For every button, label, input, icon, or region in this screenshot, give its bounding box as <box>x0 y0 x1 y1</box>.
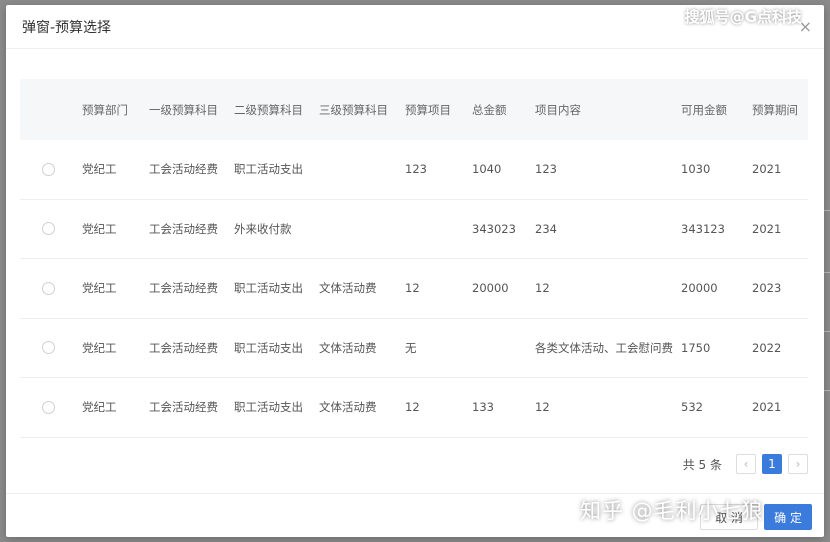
select-cell <box>20 281 82 295</box>
cell-period: 2021 <box>752 221 782 236</box>
cell-period: 2021 <box>752 162 782 177</box>
cell-item: 12 <box>405 400 420 415</box>
cell-dept: 党纪工 <box>82 281 117 296</box>
cell-lvl3: 文体活动费 <box>319 340 377 355</box>
table-row[interactable]: 党纪工 工会活动经费 外来收付款 343023 234 343123 2021 <box>20 200 808 259</box>
table-header-row: 预算部门 一级预算科目 二级预算科目 三级预算科目 预算项目 总金额 项目内容 … <box>20 79 808 140</box>
row-radio[interactable] <box>41 162 55 176</box>
header-dept: 预算部门 <box>82 102 128 117</box>
header-period: 预算期间 <box>752 102 798 117</box>
cell-content: 12 <box>535 281 550 296</box>
cell-total: 133 <box>472 400 494 415</box>
header-lvl3: 三级预算科目 <box>319 102 388 117</box>
cell-dept: 党纪工 <box>82 162 117 177</box>
pagination-total: 共 5 条 <box>682 457 722 472</box>
cell-period: 2022 <box>752 340 782 355</box>
select-cell <box>20 341 82 355</box>
budget-table: 预算部门 一级预算科目 二级预算科目 三级预算科目 预算项目 总金额 项目内容 … <box>20 79 808 438</box>
cell-item: 无 <box>405 340 417 355</box>
select-cell <box>20 400 82 414</box>
cell-dept: 党纪工 <box>82 221 117 236</box>
header-content: 项目内容 <box>535 102 581 117</box>
table-row[interactable]: 党纪工 工会活动经费 职工活动支出 文体活动费 无 各类文体活动、工会慰问费 1… <box>20 319 808 378</box>
row-radio[interactable] <box>41 341 55 355</box>
cell-lvl1: 工会活动经费 <box>149 340 218 355</box>
cell-dept: 党纪工 <box>82 340 117 355</box>
table-row[interactable]: 党纪工 工会活动经费 职工活动支出 文体活动费 12 20000 12 2000… <box>20 259 808 319</box>
cell-avail: 1030 <box>681 162 711 177</box>
next-page-button[interactable]: › <box>788 454 808 474</box>
cell-lvl2: 职工活动支出 <box>234 340 303 355</box>
cell-period: 2021 <box>752 400 782 415</box>
header-total: 总金额 <box>472 102 507 117</box>
row-radio[interactable] <box>41 281 55 295</box>
select-cell <box>20 222 82 236</box>
prev-page-button[interactable]: ‹ <box>736 454 756 474</box>
cell-period: 2023 <box>752 281 782 296</box>
header-item: 预算项目 <box>405 102 451 117</box>
header-lvl1: 一级预算科目 <box>149 102 218 117</box>
cell-lvl2: 职工活动支出 <box>234 400 303 415</box>
modal-title: 弹窗-预算选择 <box>22 19 112 36</box>
cell-total: 20000 <box>472 281 509 296</box>
cell-lvl3: 文体活动费 <box>319 400 377 415</box>
table-row[interactable]: 党纪工 工会活动经费 职工活动支出 文体活动费 12 133 12 532 20… <box>20 378 808 438</box>
budget-select-dialog: 弹窗-预算选择 × 预算部门 一级预算科目 二级预算科目 三级预算科目 预算项目… <box>6 5 824 537</box>
cell-avail: 532 <box>681 400 703 415</box>
cell-lvl2: 职工活动支出 <box>234 281 303 296</box>
row-radio[interactable] <box>41 222 55 236</box>
cell-avail: 1750 <box>681 340 711 355</box>
cell-lvl3: 文体活动费 <box>319 281 377 296</box>
watermark-bottom: 知乎 @毛利小七狼 <box>580 499 764 523</box>
cell-content: 各类文体活动、工会慰问费 <box>535 340 673 355</box>
cell-lvl1: 工会活动经费 <box>149 162 218 177</box>
page-number-button[interactable]: 1 <box>762 454 782 474</box>
pagination: 共 5 条 ‹ 1 › <box>683 454 808 474</box>
cell-content: 234 <box>535 221 557 236</box>
cell-lvl1: 工会活动经费 <box>149 281 218 296</box>
cell-item: 12 <box>405 281 420 296</box>
cell-dept: 党纪工 <box>82 400 117 415</box>
watermark-top: 搜狐号@G点科技 <box>684 8 802 26</box>
confirm-button[interactable]: 确 定 <box>764 504 812 530</box>
cell-lvl1: 工会活动经费 <box>149 400 218 415</box>
cell-total: 343023 <box>472 221 516 236</box>
header-avail: 可用金额 <box>681 102 727 117</box>
table-row[interactable]: 党纪工 工会活动经费 职工活动支出 123 1040 123 1030 2021 <box>20 140 808 200</box>
select-cell <box>20 162 82 176</box>
cell-avail: 20000 <box>681 281 718 296</box>
cell-lvl2: 职工活动支出 <box>234 162 303 177</box>
cell-content: 12 <box>535 400 550 415</box>
cell-total: 1040 <box>472 162 502 177</box>
row-radio[interactable] <box>41 400 55 414</box>
cell-content: 123 <box>535 162 557 177</box>
cell-item: 123 <box>405 162 427 177</box>
cell-lvl2: 外来收付款 <box>234 221 292 236</box>
cell-avail: 343123 <box>681 221 725 236</box>
cell-lvl1: 工会活动经费 <box>149 221 218 236</box>
header-lvl2: 二级预算科目 <box>234 102 303 117</box>
